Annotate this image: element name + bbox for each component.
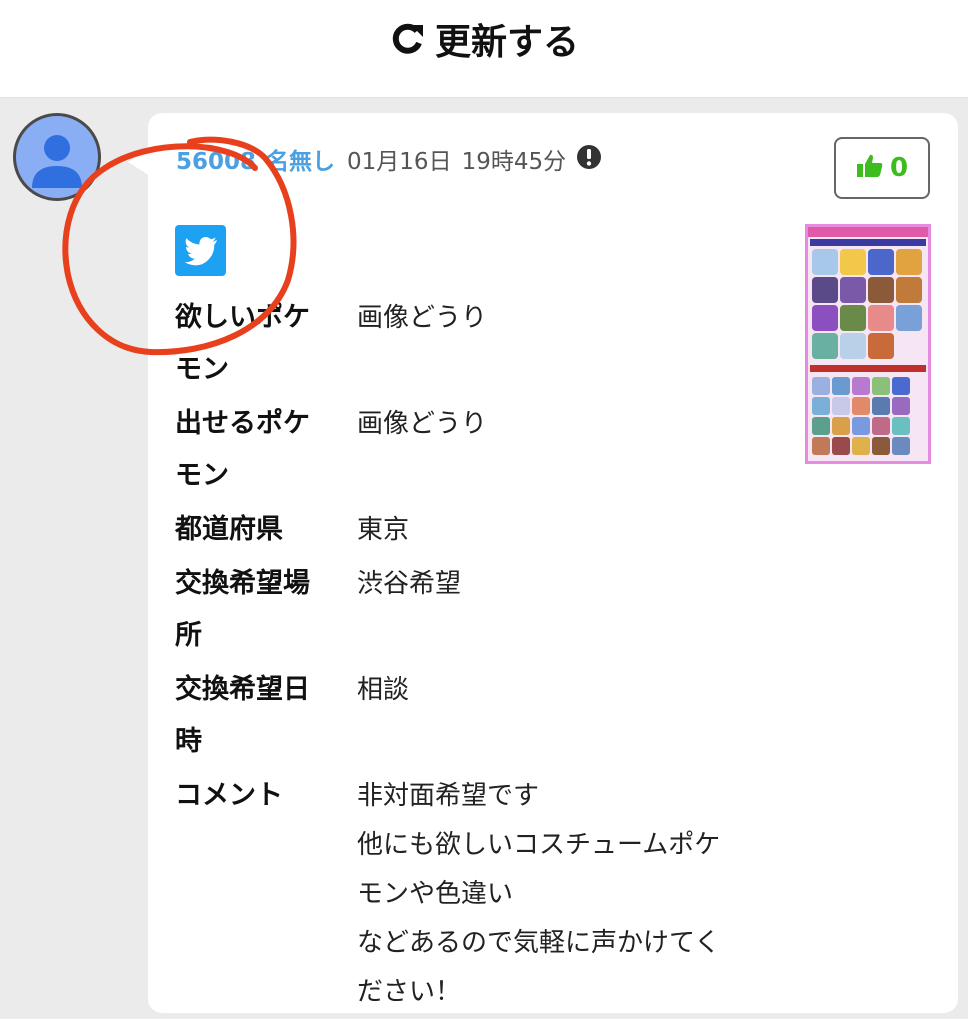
top-bar: 更新する [0,0,968,98]
comment-label: コメント [175,780,283,811]
field-row-comment: コメント 非対面希望です 他にも欲しいコスチュームポケ モンや色違い などあるの… [175,770,775,1017]
field-label: 都道府県 [175,514,283,545]
post-id[interactable]: 56008 [176,145,256,179]
field-value: 画像どうり [357,409,488,439]
field-row-place: 交換希望場所 渋谷希望 [175,558,775,662]
field-value: 東京 [357,515,410,545]
report-icon[interactable] [576,144,602,180]
like-count: 0 [889,153,909,183]
refresh-button[interactable]: 更新する [389,13,579,65]
comment-line: などあるので気軽に声かけてく [357,928,721,958]
post-author: 名無し [266,149,336,175]
comment-line: ださい！ [357,977,462,1007]
post-date: 01月16日 [347,149,452,175]
refresh-label: 更新する [434,21,579,63]
card-notch [128,148,150,176]
field-value: 画像どうり [357,303,488,333]
field-label: 交換希望日時 [175,674,310,757]
twitter-icon[interactable] [175,225,226,276]
field-row-prefecture: 都道府県 東京 [175,504,775,556]
post-meta: 56008 名無し 01月16日 19時45分 [176,144,602,180]
field-label: 交換希望場所 [175,568,310,651]
attached-image-thumbnail[interactable] [805,224,931,464]
field-row-offered: 出せるポケモン 画像どうり [175,398,775,502]
field-label: 欲しいポケモン [175,302,310,385]
field-label: 出せるポケモン [175,408,310,491]
refresh-icon [389,21,425,57]
field-row-datetime: 交換希望日時 相談 [175,664,775,768]
comment-text: 非対面希望です 他にも欲しいコスチュームポケ モンや色違い などあるので気軽に声… [357,772,720,1017]
comment-line: 他にも欲しいコスチュームポケ [357,830,721,860]
thumbs-up-icon [856,153,884,183]
avatar[interactable] [13,113,101,201]
comment-line: モンや色違い [357,879,514,909]
comment-line: 非対面希望です [357,781,540,811]
field-value: 相談 [357,675,410,705]
like-button[interactable]: 0 [834,137,930,199]
post-time: 19時45分 [461,149,567,175]
field-value: 渋谷希望 [357,569,462,599]
user-silhouette-icon [32,135,82,188]
field-row-wanted: 欲しいポケモン 画像どうり [175,292,775,396]
post-fields: 欲しいポケモン 画像どうり 出せるポケモン 画像どうり 都道府県 東京 交換希望… [175,292,775,1019]
